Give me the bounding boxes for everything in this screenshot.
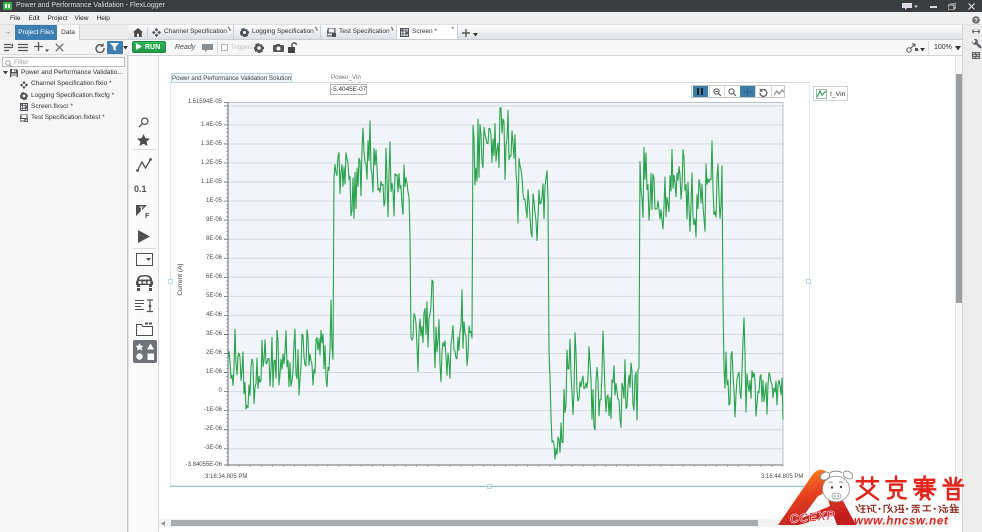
svg-text:CCEXP: CCEXP — [789, 508, 836, 526]
svg-text:www.hncsw.net: www.hncsw.net — [854, 516, 949, 528]
